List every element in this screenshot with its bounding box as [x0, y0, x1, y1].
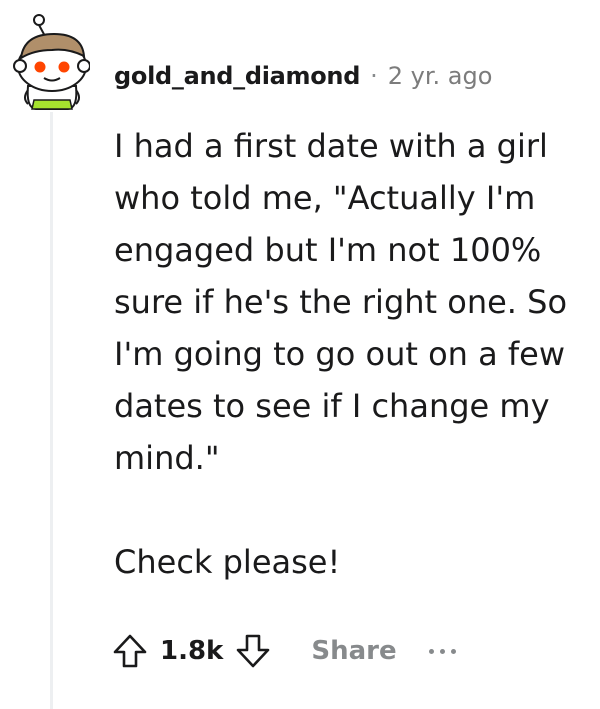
user-avatar[interactable]	[12, 12, 91, 112]
comment-paragraph: I had a first date with a girl who told …	[114, 127, 568, 477]
share-button[interactable]: Share	[311, 636, 396, 666]
meta-separator: ·	[370, 62, 378, 90]
comment-timestamp[interactable]: 2 yr. ago	[388, 62, 493, 90]
comment-meta: gold_and_diamond · 2 yr. ago	[114, 56, 492, 96]
downvote-button[interactable]	[233, 631, 273, 671]
comment-actions: 1.8k Share	[110, 626, 456, 676]
more-dot	[439, 648, 445, 654]
more-options-button[interactable]	[428, 648, 456, 654]
snoo-avatar-icon	[13, 14, 91, 110]
comment-body: I had a first date with a girl who told …	[114, 120, 584, 588]
upvote-arrow-icon	[113, 634, 147, 668]
downvote-arrow-icon	[237, 634, 270, 668]
upvote-button[interactable]	[110, 631, 150, 671]
username-link[interactable]: gold_and_diamond	[114, 62, 360, 90]
more-dot	[428, 648, 434, 654]
thread-line[interactable]	[50, 112, 53, 709]
vote-score: 1.8k	[160, 636, 224, 666]
more-dot	[450, 648, 456, 654]
comment-paragraph: Check please!	[114, 543, 341, 581]
